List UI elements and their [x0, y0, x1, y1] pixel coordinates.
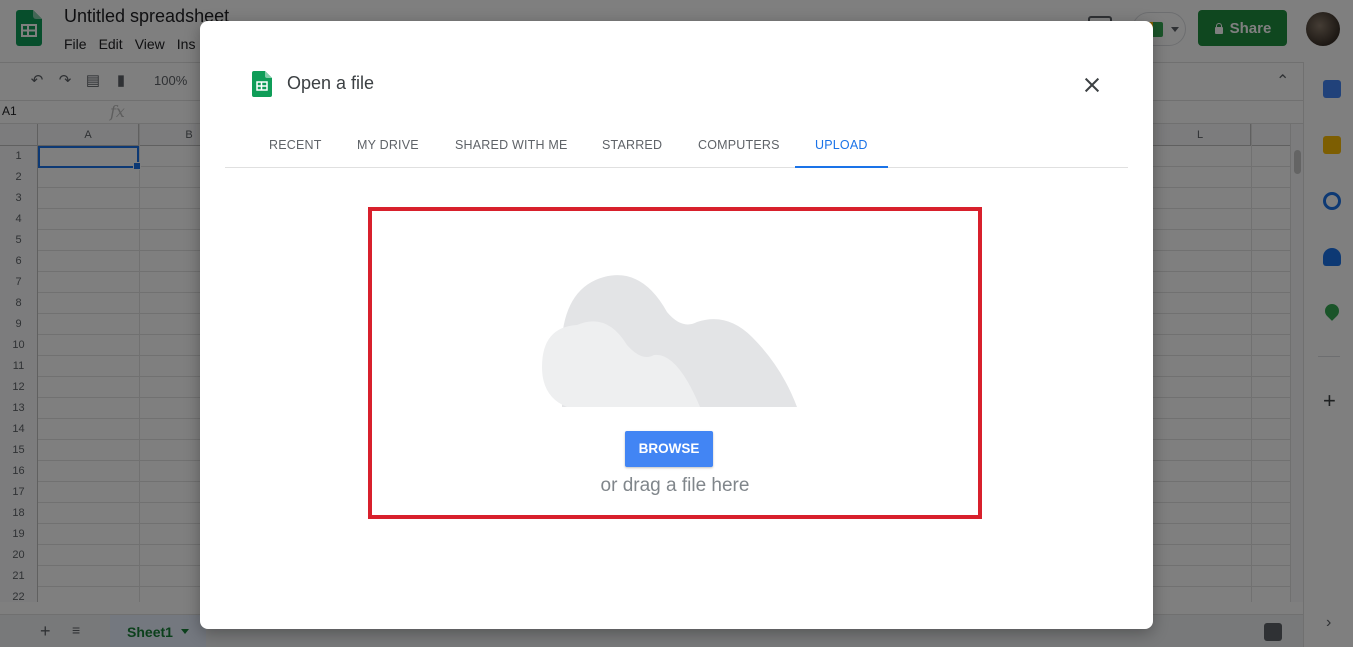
dialog-tabs: RECENT MY DRIVE SHARED WITH ME STARRED C… [225, 125, 1128, 168]
browse-button[interactable]: BROWSE [625, 431, 713, 467]
tab-starred[interactable]: STARRED [582, 125, 682, 168]
close-icon[interactable] [1080, 73, 1104, 97]
tab-upload[interactable]: UPLOAD [795, 125, 888, 168]
tab-my-drive[interactable]: MY DRIVE [337, 125, 439, 168]
open-file-dialog: Open a file RECENT MY DRIVE SHARED WITH … [200, 21, 1153, 629]
upload-drop-zone[interactable]: BROWSE or drag a file here [368, 207, 982, 519]
tab-shared-with-me[interactable]: SHARED WITH ME [435, 125, 588, 168]
cloud-upload-icon [542, 275, 797, 407]
tab-computers[interactable]: COMPUTERS [678, 125, 800, 168]
drag-hint: or drag a file here [600, 475, 750, 496]
dialog-title: Open a file [287, 73, 375, 93]
sheets-logo-icon [252, 71, 272, 97]
tab-recent[interactable]: RECENT [249, 125, 342, 168]
